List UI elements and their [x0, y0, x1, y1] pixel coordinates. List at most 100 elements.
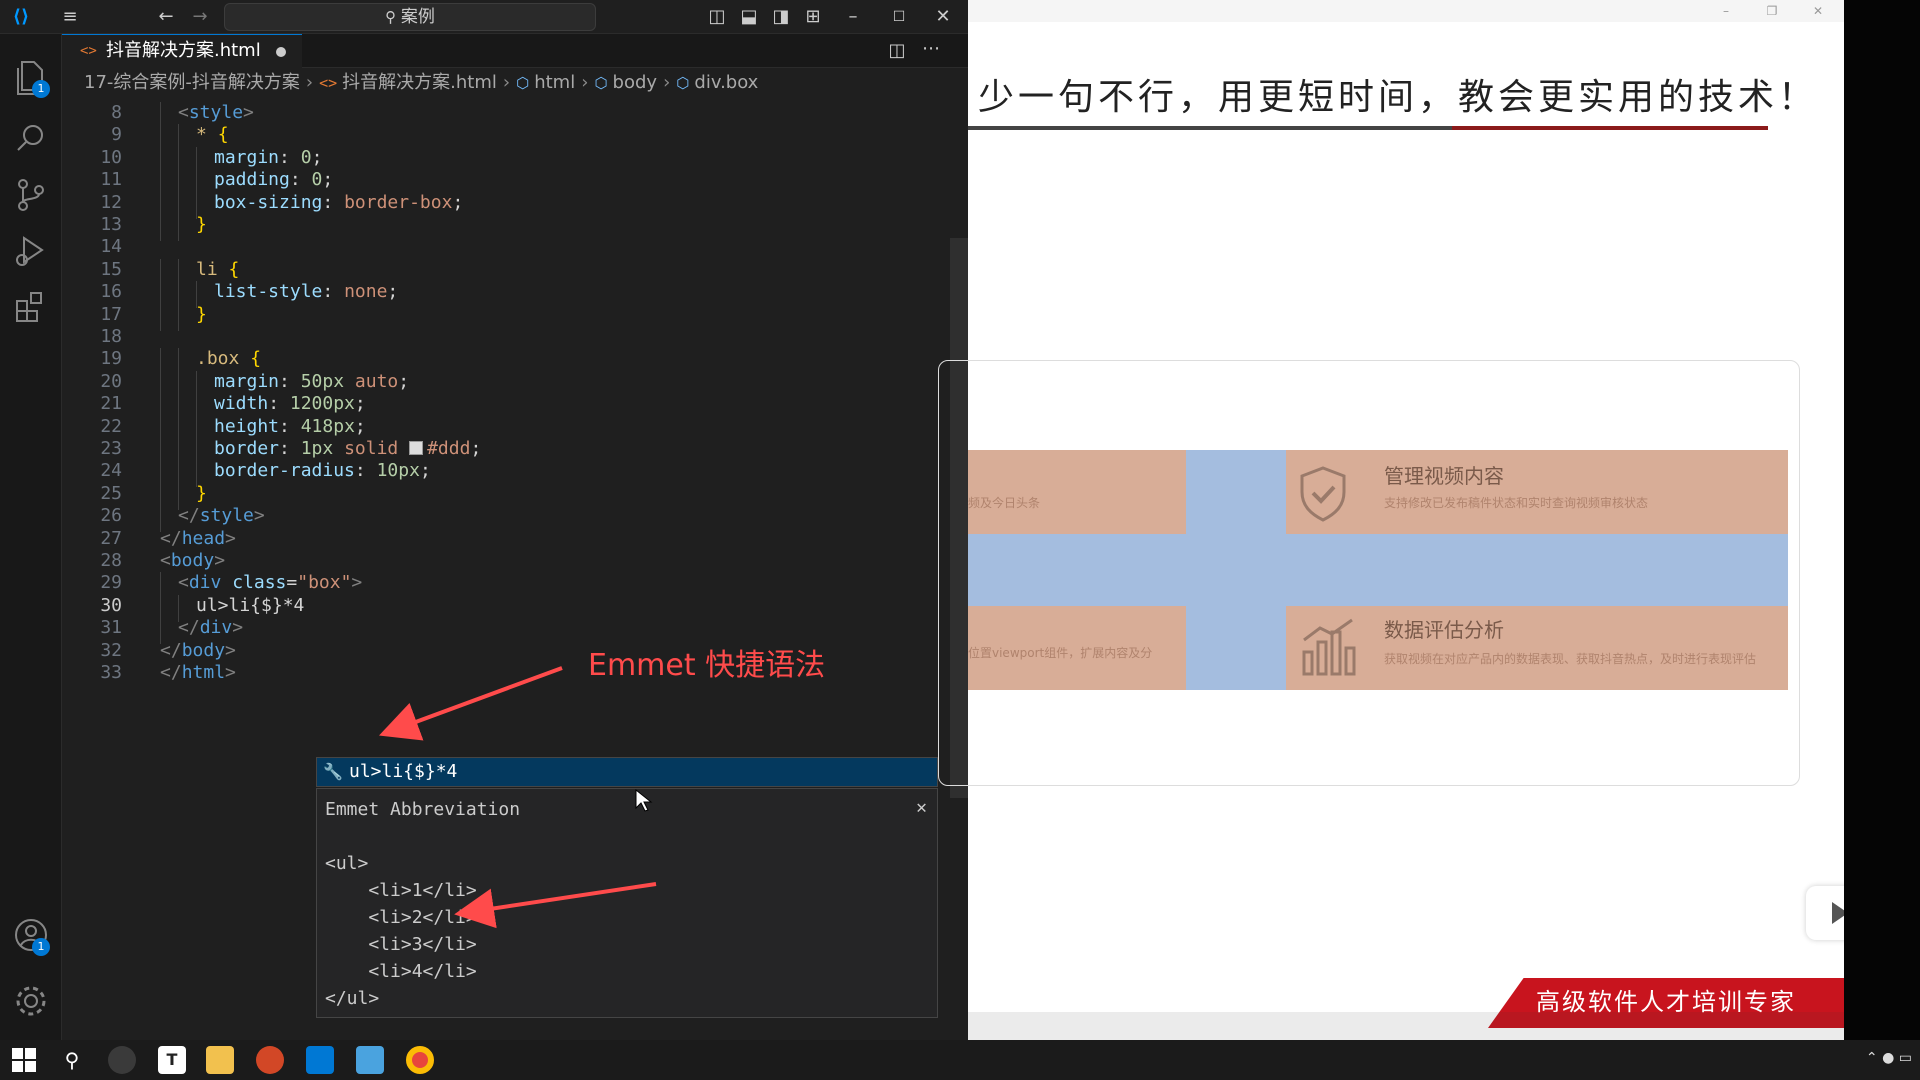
code-text: * { [196, 124, 229, 146]
line-number: 33 [100, 662, 122, 683]
extensions-icon[interactable] [8, 284, 54, 330]
line-number: 28 [100, 550, 122, 571]
code-line[interactable]: 28 <body> [62, 550, 942, 572]
code-line[interactable]: 8 <style> [62, 102, 942, 129]
restore-icon[interactable]: ❐ [1754, 0, 1790, 22]
wrench-icon: 🔧 [323, 762, 343, 781]
customize-layout-icon[interactable]: ⊞ [800, 5, 826, 29]
bar-chart-icon [1302, 618, 1356, 676]
code-line[interactable]: 14 [62, 236, 942, 258]
line-number: 12 [100, 191, 122, 213]
code-line[interactable]: 29 <div class="box"> [62, 572, 942, 600]
system-tray[interactable]: ⌃ ● ▭ [1866, 1050, 1912, 1066]
code-line[interactable]: 26 </style> [62, 505, 942, 533]
explorer-badge: 1 [32, 80, 50, 98]
code-line[interactable]: 25} [62, 482, 942, 510]
toggle-sidebar-icon[interactable]: ◫ [704, 5, 730, 29]
code-line[interactable]: 9 * { [62, 124, 942, 152]
card-fragment: 频及今日头条 [968, 496, 1041, 510]
unsaved-dot-icon[interactable] [276, 47, 286, 57]
code-text: <div class="box"> [178, 572, 363, 594]
code-text: </div> [178, 617, 244, 639]
player-control-bar[interactable] [968, 1012, 1844, 1040]
source-control-icon[interactable] [8, 172, 54, 218]
more-actions-icon[interactable]: ⋯ [918, 37, 944, 61]
code-line[interactable]: 16 list-style: none; [62, 281, 942, 309]
code-line[interactable]: 23 border: 1px solid #ddd; [62, 438, 942, 465]
close-window-icon[interactable]: ✕ [928, 5, 958, 29]
accounts-icon[interactable]: 1 [8, 912, 54, 958]
code-line[interactable]: 24 border-radius: 10px; [62, 460, 942, 488]
card-title: 数据评估分析 [1384, 618, 1504, 642]
card-title: 管理视频内容 [1384, 464, 1504, 488]
minimize-icon[interactable]: – [1708, 0, 1744, 22]
card-fragment: 位置viewport组件，扩展内容及分 [968, 646, 1153, 660]
tab-douyin-html[interactable]: <> 抖音解决方案.html [62, 34, 302, 68]
typora-icon[interactable]: T [158, 1046, 186, 1074]
menu-icon[interactable]: ≡ [56, 5, 84, 29]
code-text: } [196, 482, 207, 504]
code-line[interactable]: 18 [62, 326, 942, 348]
run-debug-icon[interactable] [8, 228, 54, 274]
suggestion-label: ul>li{$}*4 [349, 761, 458, 782]
code-line[interactable]: 12 box-sizing: border-box; [62, 191, 942, 219]
powerpoint-icon[interactable] [256, 1046, 284, 1074]
shield-check-icon [1300, 466, 1346, 522]
code-line[interactable]: 17} [62, 303, 942, 331]
close-icon[interactable]: ✕ [916, 797, 927, 818]
code-text: <body> [160, 550, 226, 571]
command-center-search[interactable]: ⚲ 案例 [224, 3, 596, 31]
suggestion-item[interactable]: 🔧 ul>li{$}*4 [316, 757, 938, 787]
split-editor-icon[interactable]: ◫ [884, 39, 910, 63]
taskbar-search-icon[interactable]: ⚲ [58, 1046, 86, 1074]
code-line[interactable]: 20 margin: 50px auto; [62, 370, 942, 398]
minimize-icon[interactable]: – [838, 5, 868, 29]
code-line[interactable]: 10 margin: 0; [62, 146, 942, 174]
detail-line: <li>4</li> [325, 961, 477, 982]
vscode-taskbar-icon[interactable] [306, 1046, 334, 1074]
code-text: border-radius: 10px; [214, 460, 431, 482]
explorer-icon[interactable]: 1 [8, 54, 54, 100]
detail-line: <li>1</li> [325, 880, 477, 901]
close-icon[interactable]: ✕ [1800, 0, 1836, 22]
settings-gear-icon[interactable] [8, 978, 54, 1024]
screen: ⟨⟩ ≡ ← → ⚲ 案例 ◫ ⬓ ◨ ⊞ – ☐ ✕ 1 1 <> 抖音解决方… [0, 0, 1920, 1080]
code-text: li { [196, 258, 240, 280]
breadcrumb-html[interactable]: html [534, 72, 575, 93]
card-left-bottom: 位置viewport组件，扩展内容及分 [968, 606, 1186, 690]
search-sidebar-icon[interactable] [8, 116, 54, 162]
line-number: 21 [100, 393, 122, 415]
maximize-icon[interactable]: ☐ [884, 5, 914, 29]
code-line[interactable]: 15 li { [62, 258, 942, 286]
line-number: 30 [100, 594, 122, 616]
code-text: } [196, 303, 207, 325]
breadcrumb-file[interactable]: 抖音解决方案.html [342, 72, 497, 93]
code-line[interactable]: 19 .box { [62, 348, 942, 376]
code-text: </body> [160, 639, 236, 661]
windows-start-icon[interactable] [12, 1048, 36, 1072]
breadcrumb-folder[interactable]: 17-综合案例-抖音解决方案 [84, 72, 300, 93]
code-line[interactable]: 11 padding: 0; [62, 169, 942, 197]
cube-icon: ⬡ [676, 74, 690, 92]
forward-arrow-icon[interactable]: → [186, 5, 214, 29]
chrome-icon[interactable] [406, 1046, 434, 1074]
code-line[interactable]: 21 width: 1200px; [62, 393, 942, 421]
line-number: 29 [100, 572, 122, 594]
html-file-icon: <> [80, 43, 97, 59]
breadcrumb-body[interactable]: body [613, 72, 658, 93]
code-text: height: 418px; [214, 415, 366, 437]
code-line[interactable]: 30 ul>li{$}*4 [62, 594, 942, 622]
code-line[interactable]: 27 </head> [62, 528, 942, 550]
toggle-secondary-sidebar-icon[interactable]: ◨ [768, 5, 794, 29]
line-number: 17 [100, 303, 122, 325]
code-line[interactable]: 31 </div> [62, 617, 942, 645]
code-line[interactable]: 13} [62, 214, 942, 241]
toggle-panel-icon[interactable]: ⬓ [736, 5, 762, 29]
app-window-icon[interactable] [356, 1046, 384, 1074]
back-arrow-icon[interactable]: ← [152, 5, 180, 29]
code-text: </style> [178, 505, 265, 527]
taskbar-app-icon[interactable] [108, 1046, 136, 1074]
breadcrumb-div-box[interactable]: div.box [694, 72, 758, 93]
code-line[interactable]: 22 height: 418px; [62, 415, 942, 443]
file-explorer-icon[interactable] [206, 1046, 234, 1074]
